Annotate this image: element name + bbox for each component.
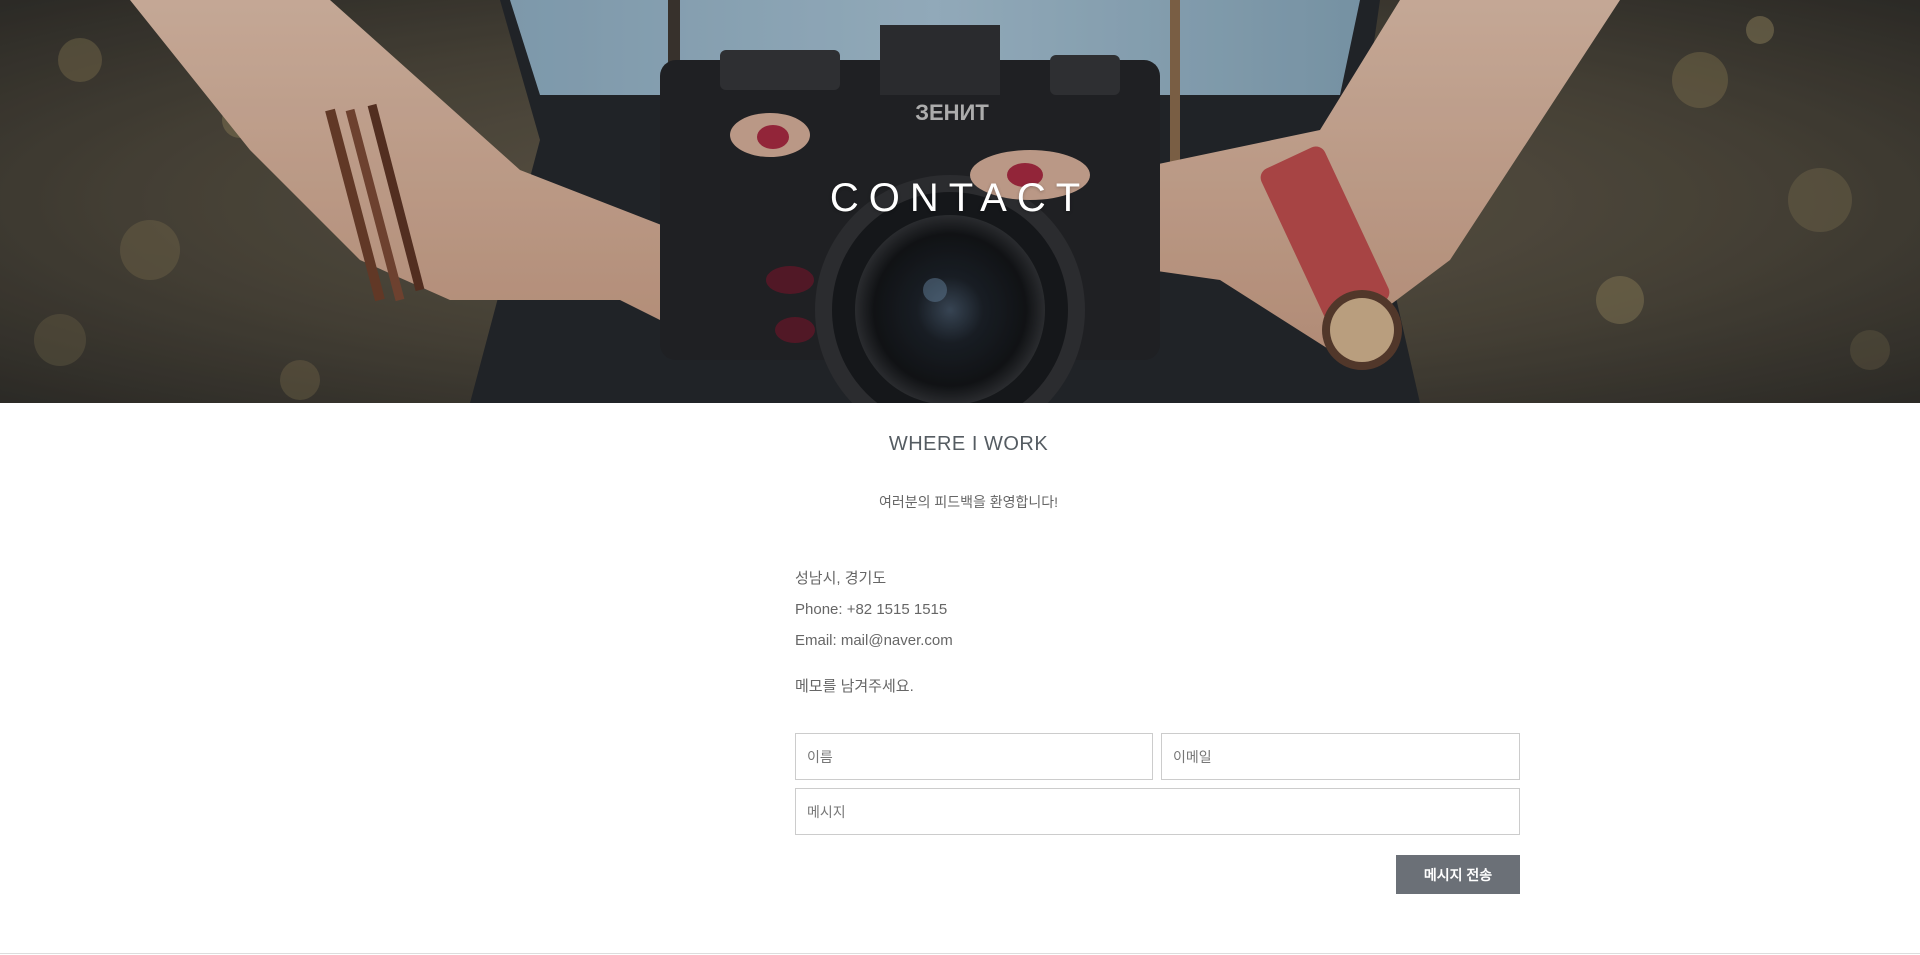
send-message-button[interactable]: 메시지 전송	[1396, 855, 1520, 894]
contact-page: ЗЕНИТ CONTACT WHERE I WORK 여러분의 피드백을 환영합…	[0, 0, 1920, 955]
footer-divider	[0, 953, 1920, 954]
email-input[interactable]	[1161, 733, 1520, 780]
phone-text: Phone: +82 1515 1515	[795, 601, 948, 618]
message-input[interactable]	[795, 788, 1520, 835]
section-title: WHERE I WORK	[888, 433, 1049, 455]
memo-prompt: 메모를 남겨주세요.	[795, 678, 914, 695]
email-text: Email: mail@naver.com	[795, 632, 953, 649]
hero-banner: ЗЕНИТ CONTACT	[0, 0, 1920, 403]
section-subtitle: 여러분의 피드백을 환영합니다!	[878, 494, 1059, 510]
contact-info: 성남시, 경기도 Phone: +82 1515 1515 Email: mai…	[795, 563, 953, 656]
address-text: 성남시, 경기도	[795, 570, 887, 587]
page-title: CONTACT	[829, 176, 1091, 220]
name-input[interactable]	[795, 733, 1153, 780]
